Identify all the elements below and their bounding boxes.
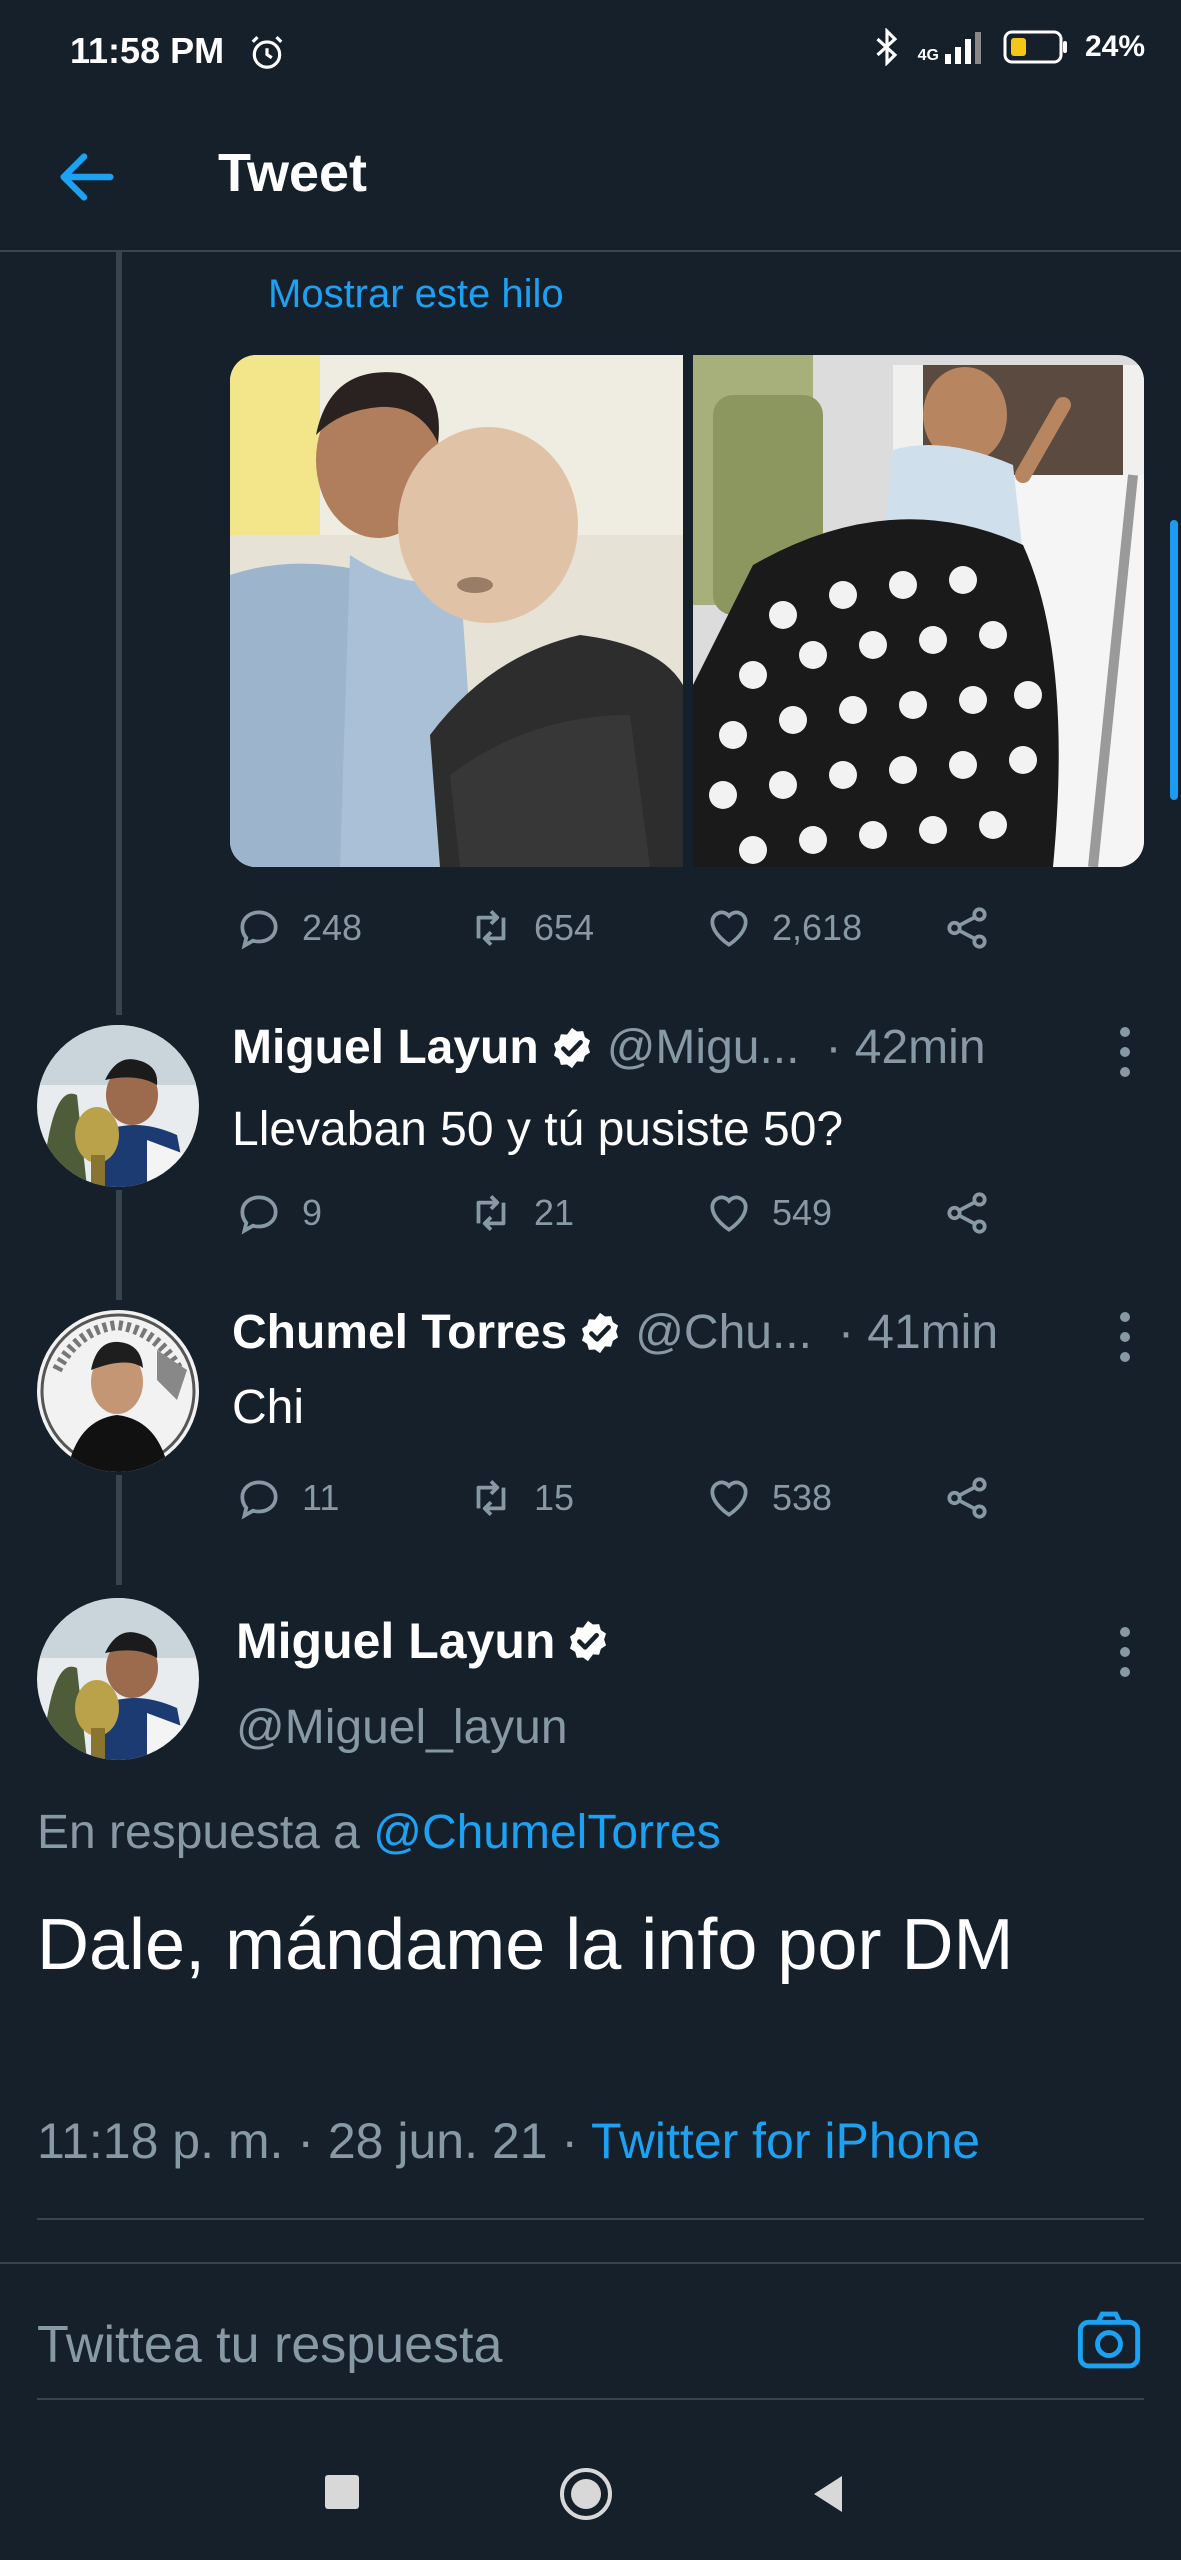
reply-icon: [240, 1480, 278, 1520]
handle[interactable]: @Migu...: [607, 1020, 800, 1075]
retweet-icon: [476, 910, 506, 946]
avatar-miguel-layun: [37, 1598, 199, 1760]
like-action[interactable]: 538: [704, 1473, 832, 1523]
tweet-text: Llevaban 50 y tú pusiste 50?: [232, 1103, 844, 1156]
signal-icon: [944, 32, 981, 64]
status-time: 11:58 PM: [70, 30, 225, 71]
in-reply-to: En respuesta a @ChumelTorres: [37, 1805, 721, 1860]
display-name[interactable]: Miguel Layun: [232, 1020, 539, 1075]
reply-compose-input[interactable]: Twittea tu respuesta: [37, 2315, 502, 2375]
reply-action[interactable]: 248: [234, 903, 362, 953]
main-tweet-author[interactable]: Miguel Layun: [236, 1612, 623, 1670]
thread-line: [116, 250, 122, 1015]
heart-icon: [710, 1480, 748, 1517]
display-name[interactable]: Chumel Torres: [232, 1305, 567, 1360]
like-count: 538: [772, 1477, 833, 1518]
reply-count: 9: [302, 1192, 323, 1233]
tweet-actions: 248 654 2,618: [234, 903, 1024, 963]
tweet-actions: 9 21 549: [234, 1188, 1024, 1248]
divider: [37, 2398, 1144, 2400]
like-action[interactable]: 549: [704, 1188, 832, 1238]
avatar-miguel-layun: [37, 1025, 199, 1187]
battery-icon: [1003, 30, 1067, 64]
thread-line: [116, 1190, 122, 1300]
reply-action[interactable]: 9: [234, 1188, 322, 1238]
tweet-timestamp: 11:18 p. m. · 28 jun. 21 ·: [37, 2113, 592, 2169]
retweet-icon: [476, 1480, 506, 1516]
divider: [0, 2262, 1181, 2264]
retweet-count: 21: [534, 1192, 575, 1233]
scrollbar[interactable]: [1170, 520, 1178, 800]
reply-icon: [240, 910, 278, 950]
in-reply-handle-link[interactable]: @ChumelTorres: [373, 1806, 720, 1859]
share-icon: [947, 907, 987, 949]
camera-icon[interactable]: [1074, 2310, 1144, 2370]
back-nav-button[interactable]: [808, 2472, 848, 2516]
share-icon: [947, 1477, 987, 1519]
retweet-action[interactable]: 21: [466, 1188, 574, 1238]
reply-count: 11: [302, 1477, 340, 1518]
show-thread-link[interactable]: Mostrar este hilo: [268, 272, 564, 317]
tweet-text: Chi: [232, 1381, 305, 1434]
divider: [37, 2218, 1144, 2220]
share-action[interactable]: [942, 1188, 992, 1238]
thread-line: [116, 1475, 122, 1585]
verified-badge-icon: [570, 1620, 607, 1662]
reply-count: 248: [302, 907, 363, 948]
like-action[interactable]: 2,618: [704, 903, 862, 953]
avatar[interactable]: [37, 1598, 199, 1760]
avatar-chumel-torres: [37, 1310, 199, 1472]
home-button[interactable]: [558, 2466, 614, 2522]
timestamp: · 42min: [825, 1021, 986, 1074]
reply-action[interactable]: 11: [234, 1473, 339, 1523]
photo-child-hospital-bed: [693, 355, 1144, 867]
share-action[interactable]: [942, 1473, 992, 1523]
avatar[interactable]: [37, 1025, 199, 1187]
more-options-icon[interactable]: [1117, 1622, 1133, 1682]
timestamp: · 41min: [837, 1306, 999, 1359]
status-bar: 11:58 PM 4G 24%: [0, 0, 1181, 100]
tweet-photo-1[interactable]: [230, 355, 683, 867]
heart-icon: [710, 910, 748, 947]
reply-1-header: Miguel Layun @Migu... · 42min: [232, 1020, 986, 1075]
reply-2-header: Chumel Torres @Chu... · 41min: [232, 1305, 998, 1360]
back-arrow-icon[interactable]: [52, 142, 122, 212]
page-title: Tweet: [218, 143, 368, 203]
recent-apps-button[interactable]: [325, 2475, 359, 2509]
like-count: 549: [772, 1192, 833, 1233]
network-label: 4G: [917, 47, 939, 64]
main-tweet-text: Dale, mándame la info por DM: [37, 1905, 1014, 1985]
like-count: 2,618: [772, 907, 863, 948]
bluetooth-icon: [876, 28, 897, 66]
heart-icon: [710, 1195, 748, 1232]
tweet-source-link[interactable]: Twitter for iPhone: [591, 2113, 980, 2169]
system-nav-bar: [0, 2420, 1181, 2560]
photo-man-hugging-child: [230, 355, 683, 867]
top-app-bar: Tweet: [0, 100, 1181, 252]
alarm-icon: [251, 36, 283, 69]
battery-percent: 24%: [1084, 30, 1145, 63]
in-reply-prefix: En respuesta a: [37, 1806, 360, 1859]
handle[interactable]: @Chu...: [635, 1305, 812, 1360]
retweet-count: 654: [534, 907, 595, 948]
handle[interactable]: @Miguel_layun: [236, 1700, 568, 1755]
share-action[interactable]: [942, 903, 992, 953]
retweet-action[interactable]: 654: [466, 903, 594, 953]
share-icon: [947, 1192, 987, 1234]
tweet-meta: 11:18 p. m. · 28 jun. 21 · Twitter for i…: [37, 2112, 980, 2170]
verified-badge-icon: [582, 1312, 619, 1353]
tweet-actions: 11 15 538: [234, 1473, 1024, 1533]
avatar[interactable]: [37, 1310, 199, 1472]
status-icons: 4G 24%: [872, 28, 1145, 66]
more-options-icon[interactable]: [1117, 1022, 1133, 1082]
retweet-icon: [476, 1195, 506, 1231]
retweet-action[interactable]: 15: [466, 1473, 574, 1523]
verified-badge-icon: [553, 1027, 590, 1068]
reply-icon: [240, 1195, 278, 1235]
tweet-photo-2[interactable]: [693, 355, 1144, 867]
retweet-count: 15: [534, 1477, 575, 1518]
more-options-icon[interactable]: [1117, 1307, 1133, 1367]
display-name[interactable]: Miguel Layun: [236, 1612, 555, 1670]
